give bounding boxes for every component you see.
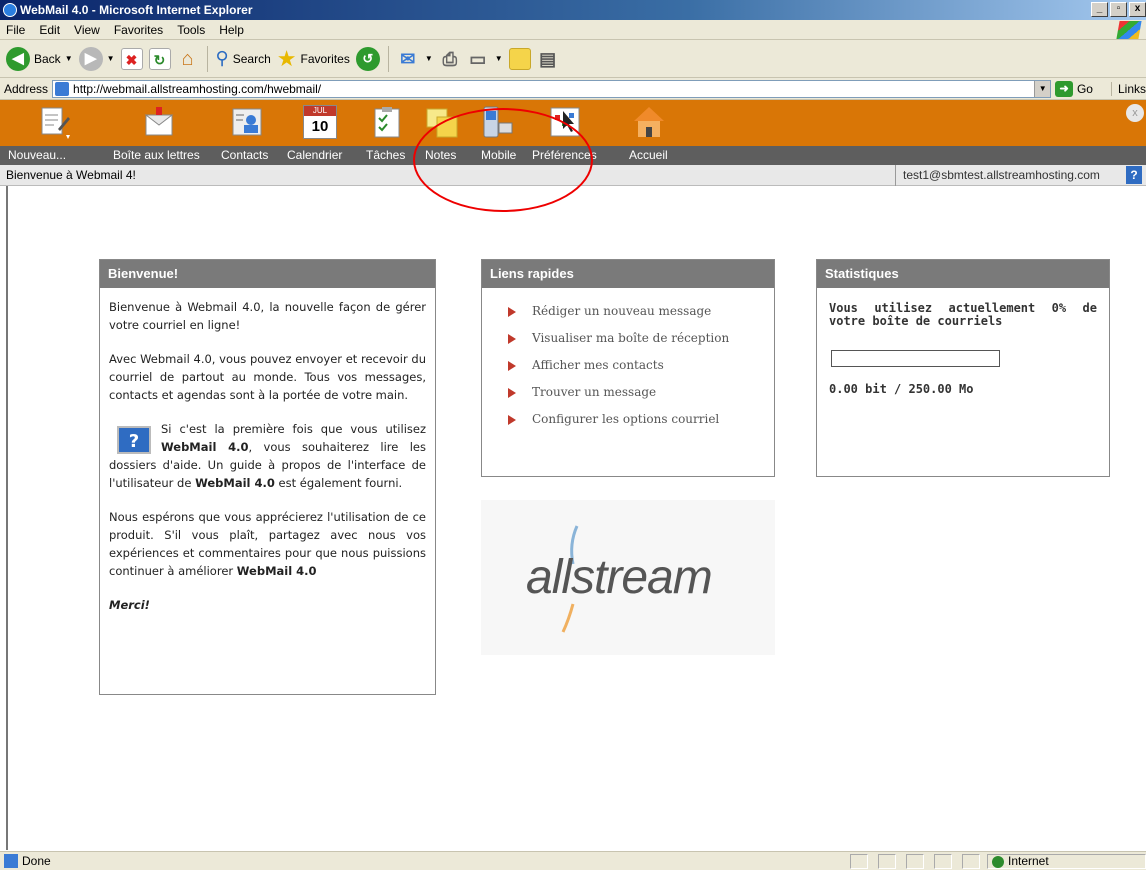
nav-calendrier[interactable]: Calendrier	[287, 148, 342, 162]
back-arrow-icon: ◀	[6, 46, 30, 71]
arrow-icon	[508, 307, 516, 317]
mail-icon[interactable]: ✉	[397, 48, 419, 70]
welcome-paragraph-4: Nous espérons que vous apprécierez l'uti…	[109, 510, 426, 578]
arrow-icon	[508, 415, 516, 425]
refresh-icon[interactable]: ↻	[148, 47, 171, 70]
menu-tools[interactable]: Tools	[177, 23, 205, 37]
window-title: WebMail 4.0 - Microsoft Internet Explore…	[20, 3, 253, 17]
tasks-icon[interactable]	[370, 105, 404, 139]
welcome-panel-title: Bienvenue!	[100, 260, 435, 288]
quick-link-inbox[interactable]: Visualiser ma boîte de réception	[508, 325, 774, 352]
home-page-icon[interactable]	[632, 105, 666, 139]
usage-text: Vous utilisez actuellement 0% de votre b…	[829, 301, 1097, 328]
browser-status-bar: Done Internet	[0, 851, 1146, 870]
help-book-icon: ?	[117, 426, 151, 454]
arrow-icon	[508, 334, 516, 344]
home-icon[interactable]: ⌂	[177, 48, 199, 70]
page-icon	[55, 81, 70, 96]
close-icon[interactable]: x	[1126, 104, 1144, 122]
maximize-button[interactable]: ▫	[1110, 2, 1127, 17]
quick-links-title: Liens rapides	[482, 260, 774, 288]
quick-link-compose[interactable]: Rédiger un nouveau message	[508, 298, 774, 325]
address-label: Address	[4, 81, 49, 96]
new-message-icon[interactable]	[38, 105, 72, 139]
go-arrow-icon[interactable]: ➜	[1055, 80, 1073, 97]
status-text: Done	[22, 854, 51, 868]
quick-links-panel: Liens rapides Rédiger un nouveau message…	[481, 259, 775, 477]
contacts-icon[interactable]	[230, 105, 264, 139]
favorites-button[interactable]: ★ Favorites	[277, 44, 350, 74]
ie-icon	[3, 3, 17, 17]
quick-link-find[interactable]: Trouver un message	[508, 379, 774, 406]
allstream-logo: allstream	[481, 500, 775, 655]
window-title-bar: WebMail 4.0 - Microsoft Internet Explore…	[0, 0, 1146, 20]
close-button[interactable]: x	[1129, 2, 1146, 17]
quick-link-options[interactable]: Configurer les options courriel	[508, 406, 774, 433]
search-icon: ⚲	[215, 48, 229, 68]
statistics-panel: Statistiques Vous utilisez actuellement …	[816, 259, 1110, 477]
back-button[interactable]: ◀ Back ▼	[6, 44, 73, 74]
quota-amount: 0.00 bit / 250.00 Mo	[829, 382, 974, 396]
address-dropdown-icon[interactable]: ▼	[1034, 80, 1051, 97]
menu-help[interactable]: Help	[219, 23, 244, 37]
menu-bar: File Edit View Favorites Tools Help	[0, 20, 1146, 40]
history-icon[interactable]: ↺	[355, 46, 380, 71]
nav-boite-aux-lettres[interactable]: Boîte aux lettres	[113, 148, 200, 162]
mailbox-icon[interactable]	[142, 105, 176, 139]
go-button[interactable]: Go	[1077, 82, 1093, 96]
quota-bar	[831, 350, 1000, 367]
windows-logo-icon	[1116, 21, 1142, 39]
nav-nouveau[interactable]: Nouveau...	[8, 148, 66, 162]
security-zone: Internet	[987, 854, 1146, 869]
discuss-icon[interactable]	[508, 47, 531, 70]
address-input[interactable]: http://webmail.allstreamhosting.com/hweb…	[52, 79, 1052, 98]
nav-taches[interactable]: Tâches	[366, 148, 405, 162]
arrow-icon	[508, 361, 516, 371]
stop-icon[interactable]: ✖	[120, 47, 143, 70]
welcome-paragraph-2: Avec Webmail 4.0, vous pouvez envoyer et…	[109, 352, 426, 402]
links-button[interactable]: Links	[1110, 81, 1146, 96]
star-icon: ★	[276, 45, 297, 71]
menu-file[interactable]: File	[6, 23, 25, 37]
nav-contacts[interactable]: Contacts	[221, 148, 268, 162]
red-annotation-circle	[413, 108, 593, 212]
menu-edit[interactable]: Edit	[39, 23, 60, 37]
globe-icon	[992, 856, 1004, 868]
quick-link-contacts[interactable]: Afficher mes contacts	[508, 352, 774, 379]
merci-text: Merci!	[109, 598, 150, 612]
menu-favorites[interactable]: Favorites	[114, 23, 163, 37]
print-icon[interactable]: ⎙	[439, 48, 461, 70]
forward-button[interactable]: ▶ ▼	[78, 44, 115, 74]
research-icon[interactable]: ▤	[537, 48, 559, 70]
address-bar: Address http://webmail.allstreamhosting.…	[0, 78, 1146, 100]
address-url: http://webmail.allstreamhosting.com/hweb…	[73, 81, 322, 96]
welcome-paragraph-3: ? Si c'est la première fois que vous util…	[109, 422, 426, 490]
menu-view[interactable]: View	[74, 23, 100, 37]
logo-text: allstream	[526, 551, 713, 604]
statistics-title: Statistiques	[817, 260, 1109, 288]
calendar-icon[interactable]: JUL 10	[303, 105, 337, 139]
help-button[interactable]: ?	[1126, 166, 1142, 184]
browser-toolbar: ◀ Back ▼ ▶ ▼ ✖ ↻ ⌂ ⚲ Search ★ Favorites ↺ …	[0, 40, 1146, 78]
forward-arrow-icon: ▶	[78, 46, 103, 71]
edit-icon[interactable]: ▭	[467, 48, 489, 70]
welcome-panel: Bienvenue! Bienvenue à Webmail 4.0, la n…	[99, 259, 436, 695]
frame-edge	[6, 186, 8, 850]
minimize-button[interactable]: _	[1091, 2, 1108, 17]
nav-accueil[interactable]: Accueil	[629, 148, 668, 162]
user-email: test1@sbmtest.allstreamhosting.com	[895, 165, 1126, 186]
page-done-icon	[4, 854, 18, 868]
welcome-message: Bienvenue à Webmail 4!	[6, 168, 136, 182]
welcome-paragraph-1: Bienvenue à Webmail 4.0, la nouvelle faç…	[109, 300, 426, 332]
search-button[interactable]: ⚲ Search	[216, 44, 271, 74]
arrow-icon	[508, 388, 516, 398]
